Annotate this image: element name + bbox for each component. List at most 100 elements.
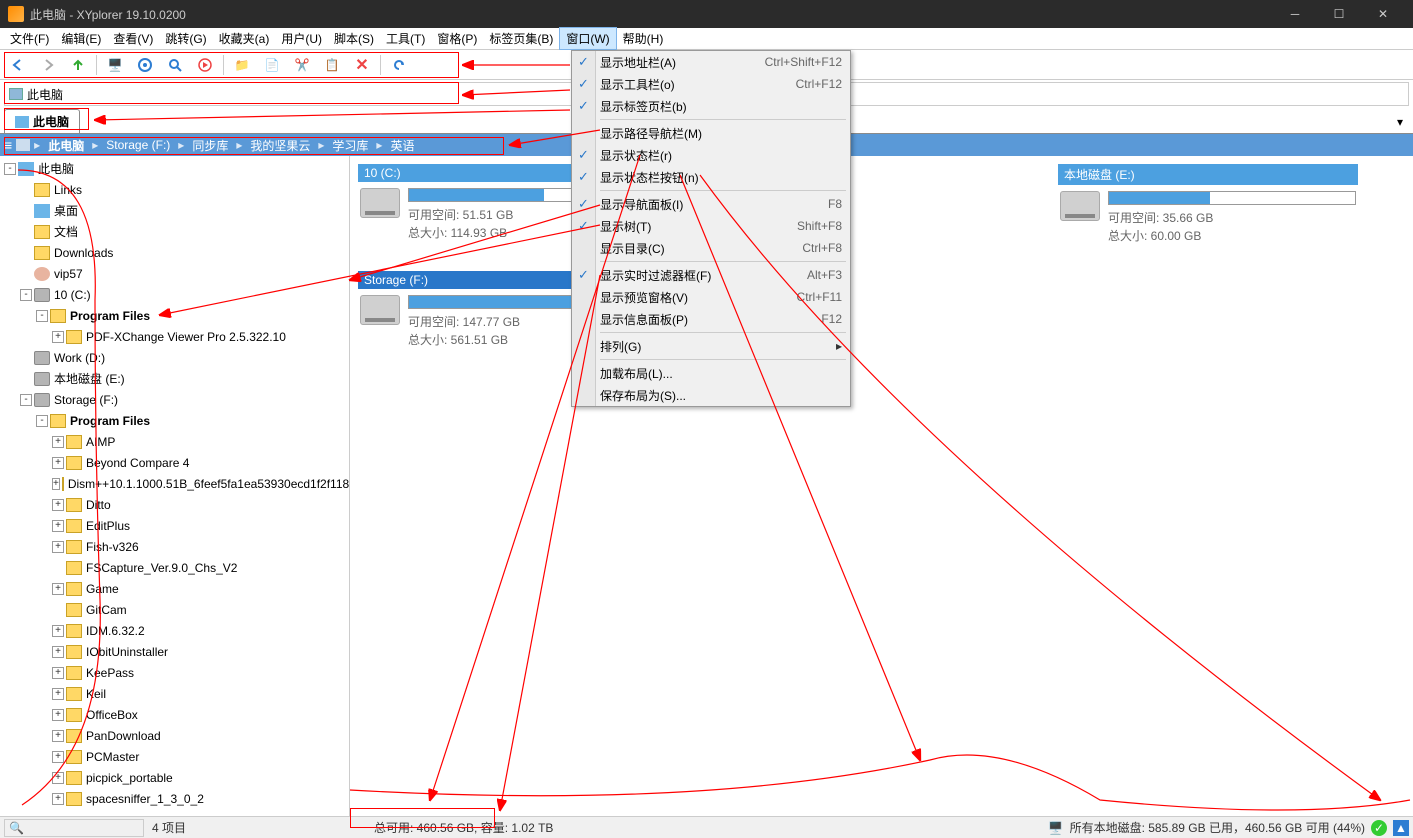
tree-item[interactable]: 桌面 [0,200,349,221]
target-icon[interactable] [131,53,159,77]
menu-item[interactable]: 显示信息面板(P)F12 [572,308,850,330]
tree-item[interactable]: 文档 [0,221,349,242]
tree-item[interactable]: +KeePass [0,662,349,683]
maximize-button[interactable]: ☐ [1317,0,1361,28]
tree-item[interactable]: +AIMP [0,431,349,452]
paste-icon[interactable]: 📋 [318,53,346,77]
tree-label: EditPlus [86,519,130,533]
undo-icon[interactable] [385,53,413,77]
folder-icon [34,183,50,197]
tree-item[interactable]: +Dism++10.1.1000.51B_6feef5fa1ea53930ecd… [0,473,349,494]
forward-button[interactable] [34,53,62,77]
ok-icon[interactable]: ✓ [1371,820,1387,836]
crumb-1[interactable]: Storage (F:) [102,138,174,152]
tree-item[interactable]: Work (D:) [0,347,349,368]
tree-item[interactable]: +Keil [0,683,349,704]
crumb-2[interactable]: 同步库 [188,137,232,154]
minimize-button[interactable]: ─ [1273,0,1317,28]
tree-label: PDF-XChange Viewer Pro 2.5.322.10 [86,330,286,344]
menu-item[interactable]: 显示预览窗格(V)Ctrl+F11 [572,286,850,308]
up-button[interactable] [64,53,92,77]
menu-item[interactable]: 排列(G) [572,335,850,357]
menu-4[interactable]: 收藏夹(a) [213,28,276,49]
tree-item[interactable]: +IObitUninstaller [0,641,349,662]
tree-item[interactable]: -Program Files [0,410,349,431]
crumb-5[interactable]: 英语 [386,137,418,154]
file-list[interactable]: 10 (C:)可用空间: 51.51 GB总大小: 114.93 GB本地磁盘 … [350,156,1413,816]
menu-item[interactable]: ✓显示状态栏(r) [572,144,850,166]
tree-item[interactable]: +PCMaster [0,746,349,767]
tab-dropdown[interactable]: ▾ [1391,111,1409,133]
drive-card[interactable]: 本地磁盘 (E:)可用空间: 35.66 GB总大小: 60.00 GB [1058,164,1358,251]
menu-item[interactable]: ✓显示树(T)Shift+F8 [572,215,850,237]
menu-item[interactable]: ✓显示地址栏(A)Ctrl+Shift+F12 [572,51,850,73]
tree-item[interactable]: 本地磁盘 (E:) [0,368,349,389]
tree-item[interactable]: -Storage (F:) [0,389,349,410]
menu-item[interactable]: 加载布局(L)... [572,362,850,384]
crumb-3[interactable]: 我的坚果云 [246,137,314,154]
menu-6[interactable]: 脚本(S) [328,28,380,49]
menu-2[interactable]: 查看(V) [107,28,159,49]
crumb-4[interactable]: 学习库 [328,137,372,154]
tree-item[interactable]: +Fish-v326 [0,536,349,557]
tree-item[interactable]: vip57 [0,263,349,284]
tree-item[interactable]: +PanDownload [0,725,349,746]
tree-item[interactable]: +IDM.6.32.2 [0,620,349,641]
menu-7[interactable]: 工具(T) [380,28,431,49]
menu-0[interactable]: 文件(F) [4,28,55,49]
computer-icon[interactable]: 🖥️ [101,53,129,77]
copy-icon[interactable]: 📄 [258,53,286,77]
folder-icon [66,708,82,722]
back-button[interactable] [4,53,32,77]
menu-8[interactable]: 窗格(P) [431,28,483,49]
menu-1[interactable]: 编辑(E) [55,28,107,49]
new-folder-icon[interactable]: 📁 [228,53,256,77]
menu-item[interactable]: 显示目录(C)Ctrl+F8 [572,237,850,259]
menu-label: 显示目录(C) [600,240,802,257]
tree-item[interactable]: Downloads [0,242,349,263]
tree-item[interactable]: +EditPlus [0,515,349,536]
tree-item[interactable]: +OfficeBox [0,704,349,725]
menu-item[interactable]: ✓显示标签页栏(b) [572,95,850,117]
tree-item[interactable]: GitCam [0,599,349,620]
tree-item[interactable]: +Game [0,578,349,599]
tab-label: 此电脑 [33,113,69,130]
play-icon[interactable] [191,53,219,77]
crumb-0[interactable]: 此电脑 [44,137,88,154]
tree-item[interactable]: +spacesniffer_1_3_0_2 [0,788,349,809]
menu-item[interactable]: 保存布局为(S)... [572,384,850,406]
folder-tree[interactable]: -此电脑Links桌面文档Downloadsvip57-10 (C:)-Prog… [0,156,350,816]
tree-item[interactable]: +Beyond Compare 4 [0,452,349,473]
menu-11[interactable]: 帮助(H) [617,28,670,49]
search-icon[interactable] [161,53,189,77]
tree-item[interactable]: +picpick_portable [0,767,349,788]
tree-item[interactable]: FSCapture_Ver.9.0_Chs_V2 [0,557,349,578]
cut-icon[interactable]: ✂️ [288,53,316,77]
tab-this-pc[interactable]: 此电脑 [4,109,80,133]
menu-item[interactable]: ✓显示状态栏按钮(n) [572,166,850,188]
menu-10[interactable]: 窗口(W) [559,27,616,50]
menu-5[interactable]: 用户(U) [275,28,328,49]
menu-label: 显示标签页栏(b) [600,98,842,115]
menu-label: 显示状态栏按钮(n) [600,169,842,186]
menu-item[interactable]: ✓显示实时过滤器框(F)Alt+F3 [572,264,850,286]
menu-9[interactable]: 标签页集(B) [483,28,559,49]
menu-item[interactable]: ✓显示导航面板(I)F8 [572,193,850,215]
up-arrow-icon[interactable]: ▲ [1393,820,1409,836]
tree-item[interactable]: Links [0,179,349,200]
menu-3[interactable]: 跳转(G) [159,28,212,49]
menu-item[interactable]: ✓显示工具栏(o)Ctrl+F12 [572,73,850,95]
tree-item[interactable]: +PDF-XChange Viewer Pro 2.5.322.10 [0,326,349,347]
list-icon[interactable]: ≡ [4,137,12,153]
filter-input[interactable]: 🔍 [4,819,144,837]
pc-icon [9,88,23,100]
tree-item[interactable]: -10 (C:) [0,284,349,305]
tree-item[interactable]: -Program Files [0,305,349,326]
drive-free: 可用空间: 35.66 GB [1108,209,1356,227]
menu-item[interactable]: 显示路径导航栏(M) [572,122,850,144]
delete-icon[interactable]: ✕ [348,53,376,77]
tree-item[interactable]: +Ditto [0,494,349,515]
close-button[interactable]: ✕ [1361,0,1405,28]
tree-item[interactable]: -此电脑 [0,158,349,179]
tree-label: vip57 [54,267,83,281]
